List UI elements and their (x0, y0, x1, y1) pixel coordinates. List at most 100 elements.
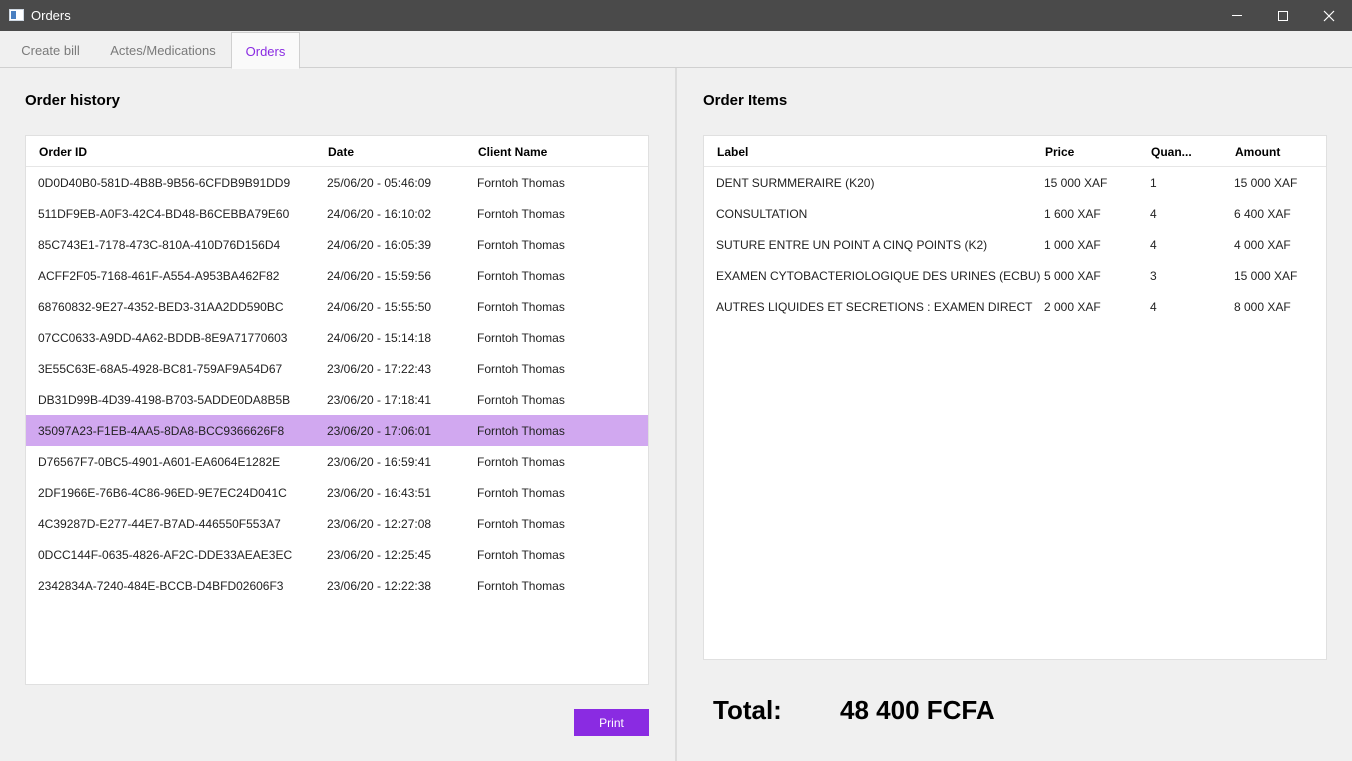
minimize-button[interactable] (1214, 0, 1260, 31)
item-price-cell: 5 000 XAF (1044, 269, 1101, 283)
order-id-cell: 2342834A-7240-484E-BCCB-D4BFD02606F3 (38, 579, 284, 593)
maximize-icon (1278, 10, 1288, 21)
table-row[interactable]: 2342834A-7240-484E-BCCB-D4BFD02606F3 23/0… (26, 570, 648, 601)
order-id-cell: 3E55C63E-68A5-4928-BC81-759AF9A54D67 (38, 362, 283, 376)
item-quantity-cell: 3 (1150, 269, 1157, 283)
table-row[interactable]: 511DF9EB-A0F3-42C4-BD48-B6CEBBA79E60 24/0… (26, 198, 648, 229)
table-header: Order ID Date Client Name (26, 136, 648, 167)
order-date-cell: 25/06/20 - 05:46:09 (327, 176, 432, 190)
client-name-cell: Forntoh Thomas (477, 579, 565, 593)
item-amount-cell: 15 000 XAF (1234, 269, 1298, 283)
total-value: 48 400 FCFA (840, 695, 995, 725)
item-label-cell: CONSULTATION (716, 207, 808, 221)
table-row[interactable]: AUTRES LIQUIDES ET SECRETIONS : EXAMEN D… (704, 291, 1326, 322)
order-id-cell: D76567F7-0BC5-4901-A601-EA6064E1282E (38, 455, 281, 469)
order-id-cell: ACFF2F05-7168-461F-A554-A953BA462F82 (38, 269, 280, 283)
order-items-table[interactable]: Label Price Quan... Amount DENT SURMMERA… (703, 135, 1327, 660)
table-row[interactable]: 35097A23-F1EB-4AA5-8DA8-BCC9366626F8 23/0… (26, 415, 648, 446)
item-amount-cell: 15 000 XAF (1234, 176, 1298, 190)
item-price-cell: 1 000 XAF (1044, 238, 1101, 252)
column-header-client-name[interactable]: Client Name (478, 145, 547, 159)
client-name-cell: Forntoh Thomas (477, 455, 565, 469)
column-header-price[interactable]: Price (1045, 145, 1074, 159)
close-button[interactable] (1306, 0, 1352, 31)
order-date-cell: 23/06/20 - 12:22:38 (327, 579, 432, 593)
table-row[interactable]: D76567F7-0BC5-4901-A601-EA6064E1282E 23/0… (26, 446, 648, 477)
order-date-cell: 23/06/20 - 12:27:08 (327, 517, 432, 531)
table-row[interactable]: DENT SURMMERAIRE (K20) 15 000 XAF 1 15 000 … (704, 167, 1326, 198)
client-name-cell: Forntoh Thomas (477, 207, 565, 221)
app-window-icon (9, 9, 24, 21)
column-header-date[interactable]: Date (328, 145, 354, 159)
item-price-cell: 1 600 XAF (1044, 207, 1101, 221)
column-header-label[interactable]: Label (717, 145, 748, 159)
client-name-cell: Forntoh Thomas (477, 238, 565, 252)
client-name-cell: Forntoh Thomas (477, 300, 565, 314)
column-header-amount[interactable]: Amount (1235, 145, 1280, 159)
order-date-cell: 23/06/20 - 17:18:41 (327, 393, 432, 407)
order-id-cell: 511DF9EB-A0F3-42C4-BD48-B6CEBBA79E60 (38, 207, 290, 221)
client-name-cell: Forntoh Thomas (477, 269, 565, 283)
panel-divider (675, 68, 677, 761)
order-id-cell: 4C39287D-E277-44E7-B7AD-446550F553A7 (38, 517, 281, 531)
order-history-rows: 0D0D40B0-581D-4B8B-9B56-6CFDB9B91DD9 25/0… (26, 167, 648, 601)
table-row[interactable]: 85C743E1-7178-473C-810A-410D76D156D4 24/0… (26, 229, 648, 260)
table-row[interactable]: EXAMEN CYTOBACTERIOLOGIQUE DES URINES (E… (704, 260, 1326, 291)
order-history-table[interactable]: Order ID Date Client Name 0D0D40B0-581D-… (25, 135, 649, 685)
item-price-cell: 15 000 XAF (1044, 176, 1108, 190)
client-name-cell: Forntoh Thomas (477, 176, 565, 190)
order-date-cell: 24/06/20 - 15:55:50 (327, 300, 432, 314)
table-row[interactable]: 0DCC144F-0635-4826-AF2C-DDE33AEAE3EC 23/0… (26, 539, 648, 570)
order-id-cell: 07CC0633-A9DD-4A62-BDDB-8E9A71770603 (38, 331, 288, 345)
print-button[interactable]: Print (574, 709, 649, 736)
tab-orders[interactable]: Orders (231, 32, 300, 69)
item-label-cell: DENT SURMMERAIRE (K20) (716, 176, 875, 190)
table-header: Label Price Quan... Amount (704, 136, 1326, 167)
column-header-order-id[interactable]: Order ID (39, 145, 87, 159)
table-row[interactable]: DB31D99B-4D39-4198-B703-5ADDE0DA8B5B 23/0… (26, 384, 648, 415)
order-date-cell: 23/06/20 - 12:25:45 (327, 548, 432, 562)
order-id-cell: 0D0D40B0-581D-4B8B-9B56-6CFDB9B91DD9 (38, 176, 291, 190)
order-items-rows: DENT SURMMERAIRE (K20) 15 000 XAF 1 15 000 … (704, 167, 1326, 322)
item-amount-cell: 6 400 XAF (1234, 207, 1291, 221)
client-name-cell: Forntoh Thomas (477, 393, 565, 407)
item-amount-cell: 8 000 XAF (1234, 300, 1291, 314)
order-id-cell: DB31D99B-4D39-4198-B703-5ADDE0DA8B5B (38, 393, 291, 407)
item-amount-cell: 4 000 XAF (1234, 238, 1291, 252)
total-label: Total: (713, 695, 782, 725)
table-row[interactable]: 4C39287D-E277-44E7-B7AD-446550F553A7 23/0… (26, 508, 648, 539)
order-id-cell: 85C743E1-7178-473C-810A-410D76D156D4 (38, 238, 281, 252)
item-price-cell: 2 000 XAF (1044, 300, 1101, 314)
client-name-cell: Forntoh Thomas (477, 331, 565, 345)
order-date-cell: 23/06/20 - 16:59:41 (327, 455, 432, 469)
table-row[interactable]: 3E55C63E-68A5-4928-BC81-759AF9A54D67 23/0… (26, 353, 648, 384)
table-row[interactable]: 0D0D40B0-581D-4B8B-9B56-6CFDB9B91DD9 25/0… (26, 167, 648, 198)
client-name-cell: Forntoh Thomas (477, 486, 565, 500)
table-row[interactable]: 68760832-9E27-4352-BED3-31AA2DD590BC 24/0… (26, 291, 648, 322)
order-date-cell: 23/06/20 - 17:06:01 (327, 424, 432, 438)
client-name-cell: Forntoh Thomas (477, 548, 565, 562)
item-label-cell: EXAMEN CYTOBACTERIOLOGIQUE DES URINES (E… (716, 269, 1041, 283)
tab-bar: Create bill Actes/Medications Orders (0, 31, 1352, 69)
maximize-button[interactable] (1260, 0, 1306, 31)
order-date-cell: 24/06/20 - 15:59:56 (327, 269, 432, 283)
item-quantity-cell: 4 (1150, 300, 1157, 314)
table-row[interactable]: SUTURE ENTRE UN POINT A CINQ POINTS (K2)… (704, 229, 1326, 260)
table-row[interactable]: ACFF2F05-7168-461F-A554-A953BA462F82 24/0… (26, 260, 648, 291)
table-row[interactable]: 2DF1966E-76B6-4C86-96ED-9E7EC24D041C 23/0… (26, 477, 648, 508)
order-date-cell: 24/06/20 - 16:05:39 (327, 238, 432, 252)
tab-create-bill[interactable]: Create bill (8, 32, 93, 69)
order-date-cell: 23/06/20 - 16:43:51 (327, 486, 432, 500)
client-name-cell: Forntoh Thomas (477, 362, 565, 376)
tab-actes-medications[interactable]: Actes/Medications (98, 32, 228, 69)
close-icon (1323, 10, 1335, 21)
client-name-cell: Forntoh Thomas (477, 517, 565, 531)
table-row[interactable]: CONSULTATION 1 600 XAF 4 6 400 XAF (704, 198, 1326, 229)
order-id-cell: 0DCC144F-0635-4826-AF2C-DDE33AEAE3EC (38, 548, 293, 562)
table-row[interactable]: 07CC0633-A9DD-4A62-BDDB-8E9A71770603 24/0… (26, 322, 648, 353)
item-label-cell: AUTRES LIQUIDES ET SECRETIONS : EXAMEN D… (716, 300, 1033, 314)
column-header-quantity[interactable]: Quan... (1151, 145, 1192, 159)
order-date-cell: 24/06/20 - 15:14:18 (327, 331, 432, 345)
order-id-cell: 2DF1966E-76B6-4C86-96ED-9E7EC24D041C (38, 486, 287, 500)
item-quantity-cell: 4 (1150, 207, 1157, 221)
